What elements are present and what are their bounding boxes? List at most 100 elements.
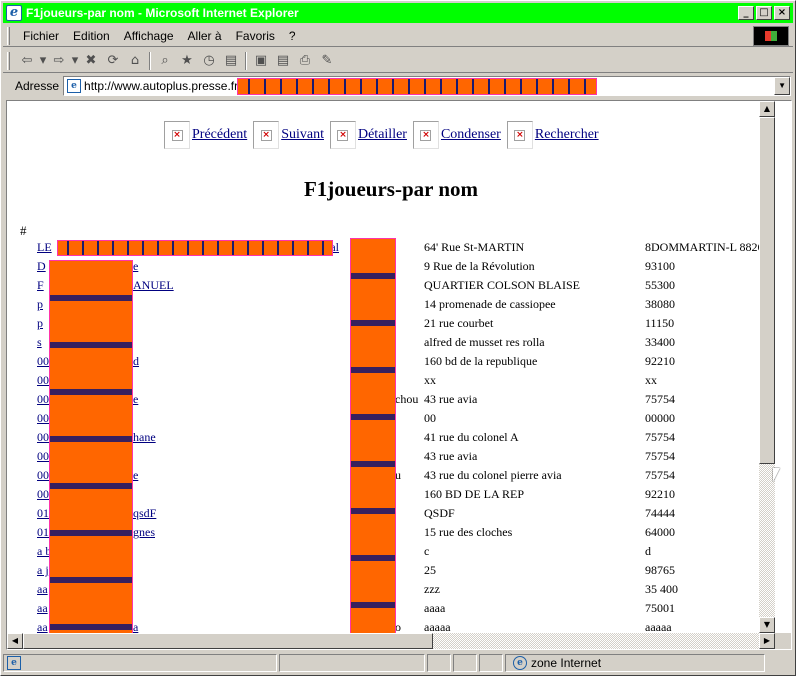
player-name-link[interactable]: D bbox=[37, 259, 46, 274]
vertical-scroll-thumb[interactable] bbox=[759, 117, 775, 464]
mail-button[interactable]: ▤ bbox=[272, 51, 294, 71]
horizontal-scrollbar[interactable]: ◀ ▶ bbox=[7, 633, 775, 649]
stop-button[interactable]: ✖ bbox=[80, 51, 102, 71]
player-address: QSDF bbox=[424, 506, 455, 520]
player-name-link[interactable]: a j bbox=[37, 563, 49, 578]
home-button[interactable]: ⌂ bbox=[124, 51, 146, 71]
back-dropdown[interactable]: ▾ bbox=[38, 51, 48, 71]
menubar-grip[interactable] bbox=[7, 26, 10, 45]
player-postal-code: 35 400 bbox=[645, 582, 678, 596]
search-button[interactable]: ⌕ bbox=[154, 51, 176, 71]
status-progress-pane bbox=[279, 654, 425, 672]
back-button[interactable]: ⇦ bbox=[16, 51, 38, 71]
player-name-link[interactable]: 00 bbox=[37, 411, 49, 426]
broken-image-icon: × bbox=[253, 121, 280, 149]
menu-favoris[interactable]: Favoris bbox=[229, 29, 282, 43]
player-name-link[interactable]: 00 bbox=[37, 449, 49, 464]
broken-image-icon: × bbox=[329, 121, 356, 149]
scroll-left-button[interactable]: ◀ bbox=[7, 633, 23, 649]
chevron-down-icon: ▾ bbox=[39, 53, 47, 68]
status-pane bbox=[479, 654, 503, 672]
player-name-link[interactable]: 00 bbox=[37, 468, 49, 483]
nav-search-link[interactable]: Rechercher bbox=[535, 127, 599, 143]
redacted-block bbox=[49, 260, 133, 633]
nav-condense-link[interactable]: Condenser bbox=[441, 127, 501, 143]
minimize-button[interactable]: _ bbox=[738, 6, 754, 20]
status-bar: e e zone Internet bbox=[3, 653, 793, 673]
menu-edition[interactable]: Edition bbox=[66, 29, 117, 43]
player-address: 160 BD DE LA REP bbox=[424, 487, 525, 501]
print-button[interactable]: ⎙ bbox=[294, 51, 316, 71]
nav-search[interactable]: × Rechercher bbox=[506, 121, 599, 149]
player-name-tail[interactable]: hane bbox=[133, 430, 156, 445]
address-input[interactable]: e http://www.autoplus.presse.fr/e ▼ bbox=[63, 76, 792, 96]
player-address: 64' Rue St-MARTIN bbox=[424, 240, 525, 254]
toolbar-grip[interactable] bbox=[7, 51, 10, 70]
nav-detail[interactable]: × Détailler bbox=[329, 121, 407, 149]
maximize-button[interactable]: □ bbox=[756, 6, 772, 20]
player-name-link[interactable]: aa bbox=[37, 601, 48, 616]
close-button[interactable]: × bbox=[774, 6, 790, 20]
player-name-link[interactable]: F bbox=[37, 278, 44, 293]
ie-icon[interactable]: e bbox=[6, 5, 22, 21]
player-name-link[interactable]: 00 bbox=[37, 354, 49, 369]
scroll-down-button[interactable]: ▼ bbox=[759, 617, 775, 633]
address-dropdown-button[interactable]: ▼ bbox=[774, 77, 791, 95]
channels-icon: ▤ bbox=[224, 53, 238, 68]
nav-previous-link[interactable]: Précédent bbox=[192, 127, 247, 143]
forward-button[interactable]: ⇨ bbox=[48, 51, 70, 71]
player-name-link[interactable]: 00 bbox=[37, 373, 49, 388]
favorites-button[interactable]: ★ bbox=[176, 51, 198, 71]
player-name-link[interactable]: 00 bbox=[37, 430, 49, 445]
player-postal-code: 75754 bbox=[645, 449, 675, 463]
nav-detail-link[interactable]: Détailler bbox=[358, 127, 407, 143]
status-pane bbox=[427, 654, 451, 672]
menu-fichier[interactable]: Fichier bbox=[16, 29, 66, 43]
player-name-tail[interactable]: e bbox=[133, 259, 138, 274]
player-name-tail[interactable]: e bbox=[133, 468, 138, 483]
player-name-link[interactable]: 00 bbox=[37, 487, 49, 502]
player-name-tail[interactable]: a bbox=[133, 620, 138, 633]
player-name-link[interactable]: s bbox=[37, 335, 42, 350]
nav-previous[interactable]: × Précédent bbox=[164, 121, 247, 149]
refresh-button[interactable]: ⟳ bbox=[102, 51, 124, 71]
forward-dropdown[interactable]: ▾ bbox=[70, 51, 80, 71]
page-content: × Précédent × Suivant × Détailler × Cond… bbox=[7, 101, 775, 633]
menu-affichage[interactable]: Affichage bbox=[117, 29, 181, 43]
player-name-link[interactable]: p bbox=[37, 316, 43, 331]
history-button[interactable]: ◷ bbox=[198, 51, 220, 71]
player-name-link[interactable]: LE bbox=[37, 240, 52, 255]
horizontal-scroll-thumb[interactable] bbox=[23, 633, 433, 649]
redacted-block bbox=[350, 238, 396, 633]
fullscreen-button[interactable]: ▣ bbox=[250, 51, 272, 71]
player-address: aaaa bbox=[424, 601, 446, 615]
player-name-tail[interactable]: ANUEL bbox=[133, 278, 174, 293]
print-icon: ⎙ bbox=[299, 53, 311, 68]
player-name-tail[interactable]: d bbox=[133, 354, 139, 369]
player-name-link[interactable]: aa bbox=[37, 582, 48, 597]
player-name-link[interactable]: p bbox=[37, 297, 43, 312]
nav-next[interactable]: × Suivant bbox=[253, 121, 324, 149]
title-bar[interactable]: e F1joueurs-par nom - Microsoft Internet… bbox=[3, 3, 793, 23]
nav-condense[interactable]: × Condenser bbox=[412, 121, 501, 149]
menu-help[interactable]: ? bbox=[282, 29, 303, 43]
player-name-link[interactable]: 00 bbox=[37, 392, 49, 407]
arrow-left-icon: ◀ bbox=[11, 636, 19, 645]
nav-next-link[interactable]: Suivant bbox=[281, 127, 324, 143]
channels-button[interactable]: ▤ bbox=[220, 51, 242, 71]
player-name-link[interactable]: 01 bbox=[37, 525, 49, 540]
mail-icon: ▤ bbox=[276, 53, 290, 68]
arrow-right-icon: ▶ bbox=[763, 636, 771, 645]
edit-button[interactable]: ✎ bbox=[316, 51, 338, 71]
player-name-tail[interactable]: gnes bbox=[133, 525, 155, 540]
redacted-block bbox=[57, 240, 333, 256]
player-name-link[interactable]: 01 bbox=[37, 506, 49, 521]
address-url[interactable]: http://www.autoplus.presse.fr/e bbox=[84, 79, 248, 93]
player-name-tail[interactable]: qsdF bbox=[133, 506, 156, 521]
menu-aller-a[interactable]: Aller à bbox=[181, 29, 229, 43]
player-name-tail[interactable]: e bbox=[133, 392, 138, 407]
scroll-up-button[interactable]: ▲ bbox=[759, 101, 775, 117]
scroll-right-button[interactable]: ▶ bbox=[759, 633, 775, 649]
player-name-link[interactable]: aa bbox=[37, 620, 48, 633]
vertical-scrollbar[interactable]: ▲ ▼ bbox=[759, 101, 775, 633]
